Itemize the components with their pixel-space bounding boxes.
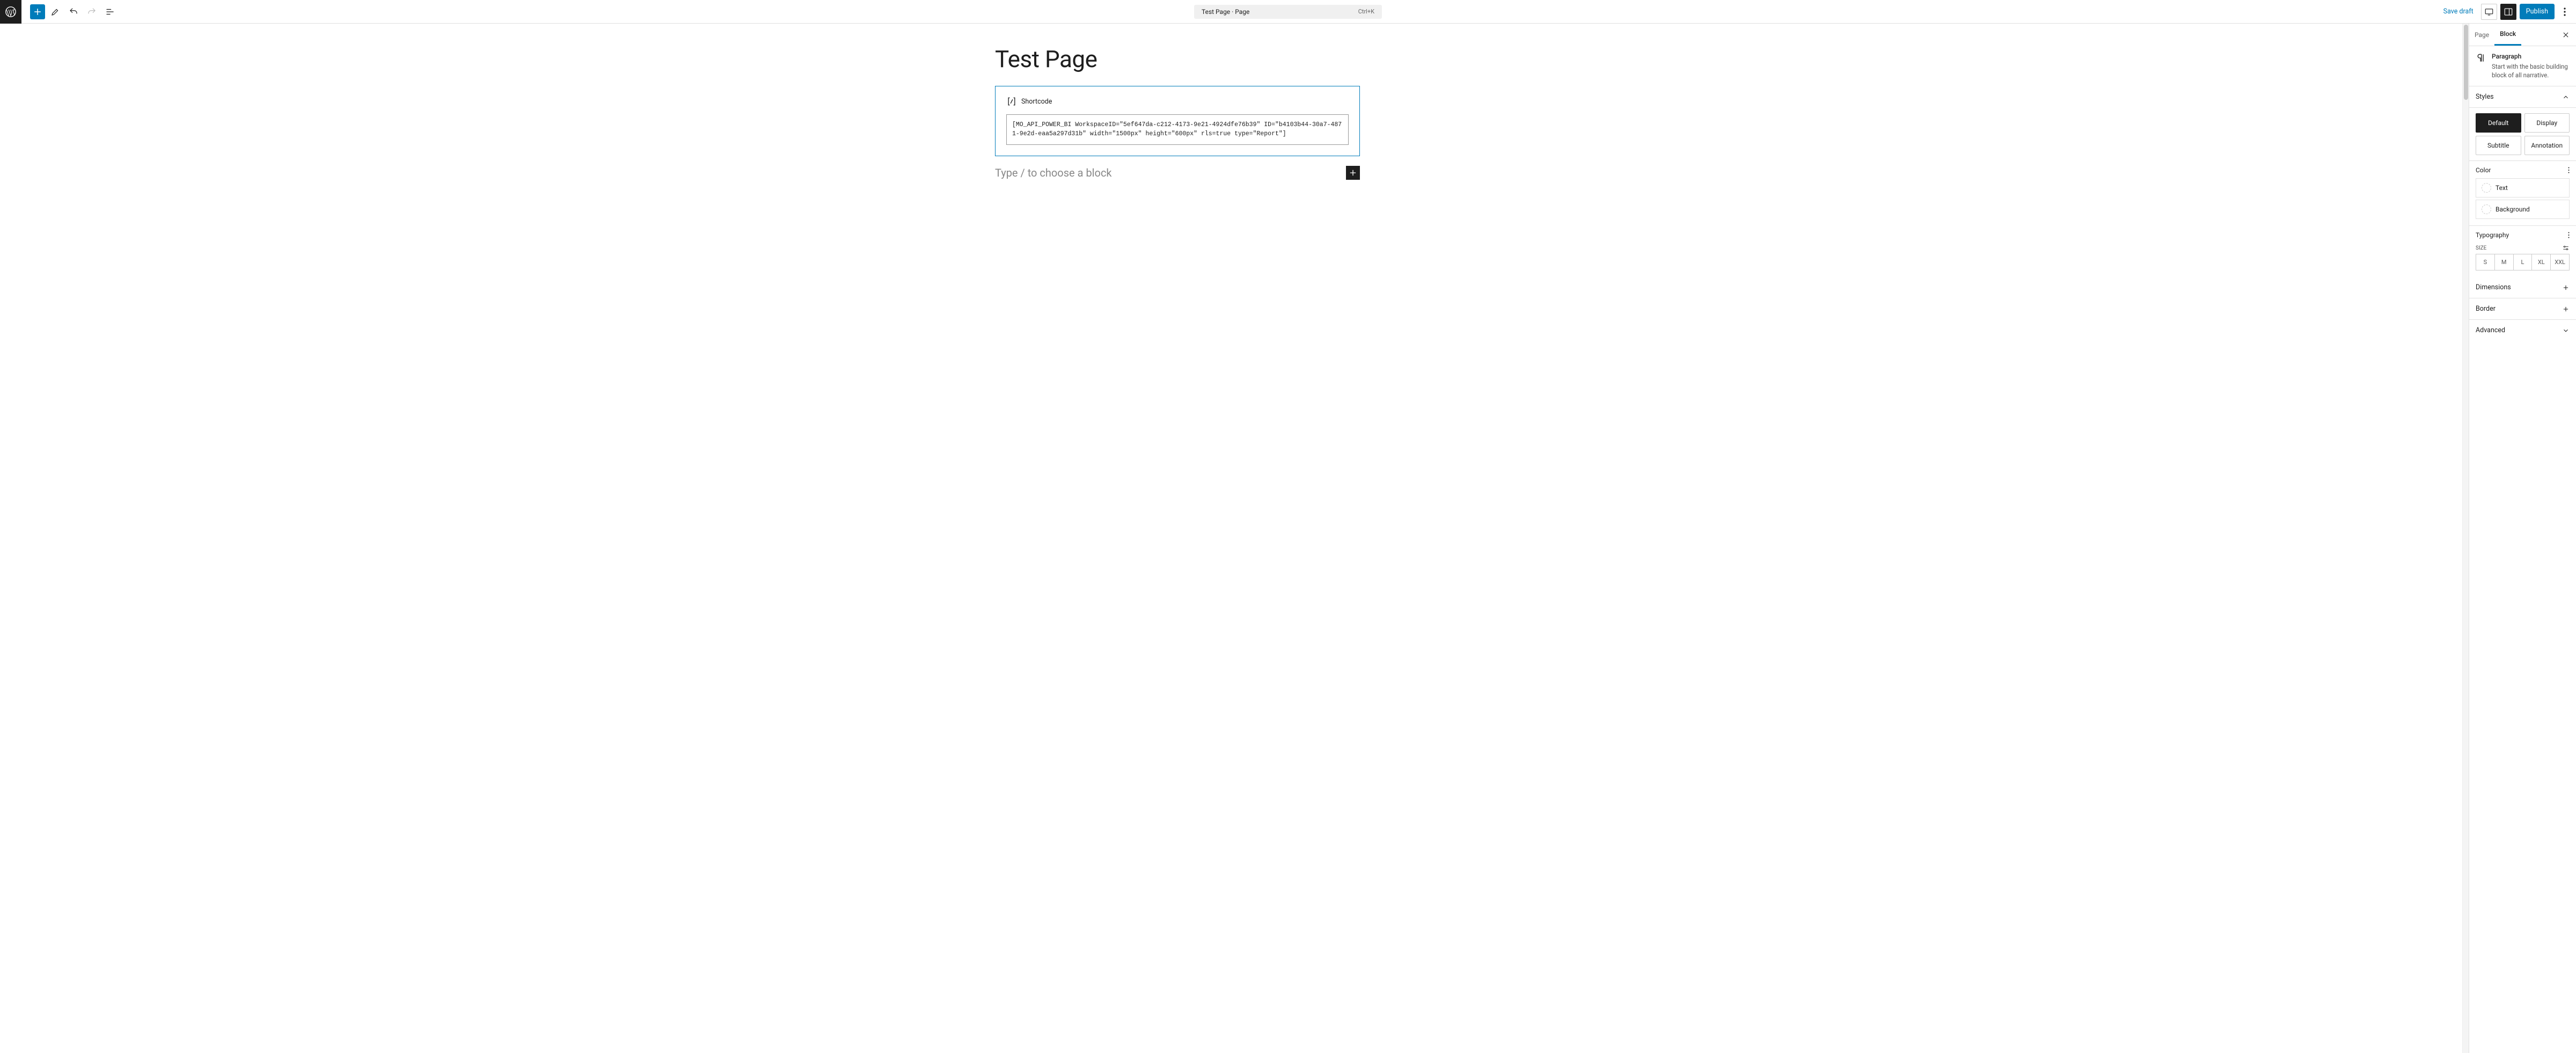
font-size-group: S M L XL XXL <box>2476 254 2570 270</box>
preview-button[interactable] <box>2481 4 2497 20</box>
canvas-scrollbar[interactable] <box>2462 24 2469 1053</box>
add-block-button[interactable] <box>30 4 45 19</box>
save-draft-button[interactable]: Save draft <box>2439 4 2478 19</box>
document-title-text: Test Page · Page <box>1202 8 1249 16</box>
close-sidebar-button[interactable] <box>2556 26 2576 44</box>
shortcode-block[interactable]: Shortcode [MO_API_POWER_BI WorkspaceID="… <box>995 86 1360 156</box>
more-options-button[interactable] <box>2558 4 2572 20</box>
style-subtitle[interactable]: Subtitle <box>2476 136 2521 155</box>
settings-sidebar-toggle[interactable] <box>2500 4 2516 20</box>
size-l[interactable]: L <box>2514 254 2533 270</box>
style-default[interactable]: Default <box>2476 113 2521 133</box>
command-shortcut: Ctrl+K <box>1358 8 1374 15</box>
paragraph-icon <box>2476 53 2486 63</box>
tab-page[interactable]: Page <box>2469 25 2494 45</box>
chevron-down-icon <box>2562 327 2570 334</box>
empty-paragraph-placeholder[interactable]: Type / to choose a block <box>995 166 1341 179</box>
plus-icon <box>2562 305 2570 313</box>
size-settings-icon[interactable] <box>2562 244 2570 252</box>
size-xxl[interactable]: XXL <box>2551 254 2569 270</box>
document-overview-button[interactable] <box>102 4 118 20</box>
advanced-section-header[interactable]: Advanced <box>2469 320 2576 341</box>
shortcode-textarea[interactable]: [MO_API_POWER_BI WorkspaceID="5ef647da-c… <box>1006 114 1349 145</box>
style-annotation[interactable]: Annotation <box>2524 136 2570 155</box>
document-title-bar[interactable]: Test Page · Page Ctrl+K <box>1194 5 1382 19</box>
publish-button[interactable]: Publish <box>2520 4 2555 19</box>
scrollbar-thumb[interactable] <box>2464 25 2468 100</box>
chevron-up-icon <box>2562 93 2570 101</box>
border-section-header[interactable]: Border <box>2469 298 2576 320</box>
color-options-button[interactable] <box>2568 166 2570 174</box>
style-display[interactable]: Display <box>2524 113 2570 133</box>
edit-tool-button[interactable] <box>47 4 63 20</box>
plus-icon <box>2562 284 2570 291</box>
page-title[interactable]: Test Page <box>995 45 1360 73</box>
shortcode-icon <box>1006 96 1017 107</box>
block-type-name: Paragraph <box>2492 53 2570 60</box>
block-type-description: Start with the basic building block of a… <box>2492 62 2570 79</box>
tab-block[interactable]: Block <box>2494 24 2521 46</box>
editor-top-bar: Test Page · Page Ctrl+K Save draft Publi… <box>0 0 2576 24</box>
wordpress-logo[interactable] <box>0 0 21 24</box>
background-color-swatch <box>2482 204 2491 214</box>
typography-section-label: Typography <box>2476 231 2509 239</box>
size-s[interactable]: S <box>2476 254 2495 270</box>
styles-section-header[interactable]: Styles <box>2469 86 2576 108</box>
dimensions-section-header[interactable]: Dimensions <box>2469 277 2576 298</box>
append-block-button[interactable] <box>1346 166 1360 180</box>
text-color-control[interactable]: Text <box>2476 178 2570 198</box>
editor-canvas[interactable]: Test Page Shortcode [MO_API_POWER_BI Wor… <box>0 24 2462 1053</box>
typography-options-button[interactable] <box>2568 231 2570 239</box>
redo-button[interactable] <box>84 4 100 20</box>
shortcode-block-label: Shortcode <box>1021 98 1052 106</box>
color-section-label: Color <box>2476 166 2491 174</box>
settings-sidebar: Page Block Paragraph Start with the basi… <box>2469 24 2576 1053</box>
size-xl[interactable]: XL <box>2532 254 2551 270</box>
undo-button[interactable] <box>65 4 82 20</box>
size-m[interactable]: M <box>2495 254 2514 270</box>
background-color-control[interactable]: Background <box>2476 200 2570 219</box>
text-color-swatch <box>2482 183 2491 193</box>
